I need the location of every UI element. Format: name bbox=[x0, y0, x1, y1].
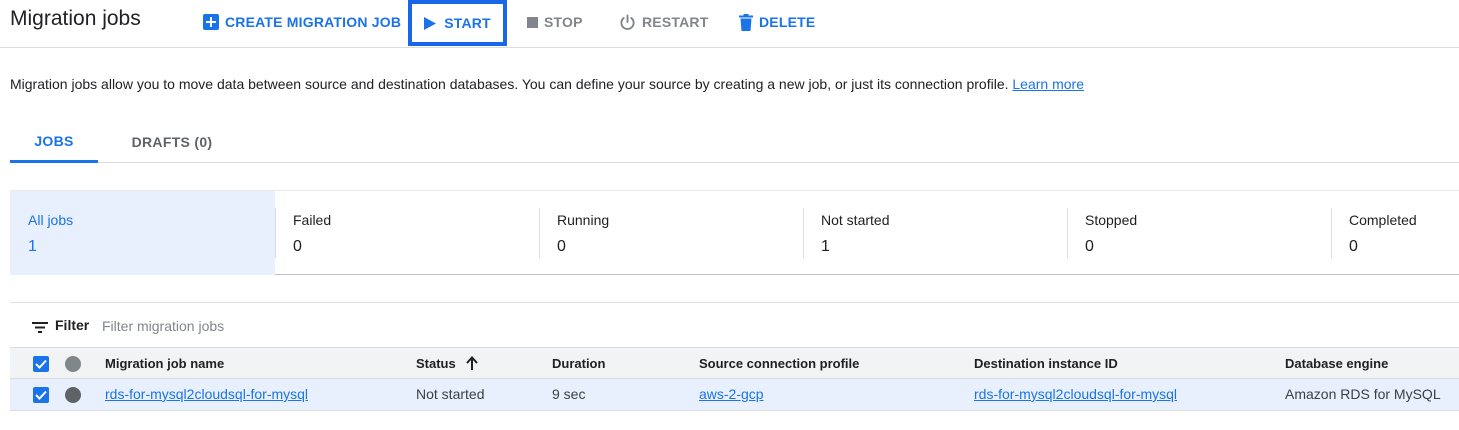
row-checkbox[interactable] bbox=[33, 387, 49, 403]
column-header-duration[interactable]: Duration bbox=[552, 348, 605, 378]
stop-icon bbox=[527, 16, 538, 28]
tab-jobs[interactable]: JOBS bbox=[10, 122, 98, 163]
column-header-engine[interactable]: Database engine bbox=[1285, 348, 1388, 378]
divider bbox=[1331, 208, 1332, 258]
restart-button[interactable]: RESTART bbox=[619, 0, 708, 44]
summary-label: Completed bbox=[1349, 212, 1417, 228]
play-icon bbox=[424, 16, 437, 30]
column-header-source[interactable]: Source connection profile bbox=[699, 348, 859, 378]
column-header-destination[interactable]: Destination instance ID bbox=[974, 348, 1118, 378]
summary-card-running[interactable]: Running 0 bbox=[539, 191, 804, 275]
status-summary: All jobs 1 Failed 0 Running 0 Not starte… bbox=[10, 190, 1459, 275]
delete-button[interactable]: DELETE bbox=[739, 0, 815, 44]
summary-label: Not started bbox=[821, 212, 890, 228]
column-header-status[interactable]: Status bbox=[416, 348, 478, 378]
divider bbox=[803, 208, 804, 258]
status-dot-icon bbox=[65, 356, 81, 372]
filter-label[interactable]: Filter bbox=[55, 317, 89, 333]
create-migration-job-button[interactable]: CREATE MIGRATION JOB bbox=[203, 0, 401, 44]
arrow-up-icon[interactable] bbox=[465, 356, 478, 370]
start-button[interactable]: START bbox=[408, 0, 507, 46]
create-migration-job-label: CREATE MIGRATION JOB bbox=[225, 14, 402, 30]
column-header-status-label: Status bbox=[416, 355, 456, 371]
summary-card-completed[interactable]: Completed 0 bbox=[1331, 191, 1459, 275]
job-duration: 9 sec bbox=[552, 386, 586, 402]
stop-button[interactable]: STOP bbox=[527, 0, 583, 44]
summary-count: 1 bbox=[821, 238, 830, 255]
summary-card-stopped[interactable]: Stopped 0 bbox=[1067, 191, 1332, 275]
tab-bar: JOBS DRAFTS (0) bbox=[10, 122, 1459, 163]
add-box-icon bbox=[203, 14, 219, 30]
start-label: START bbox=[444, 15, 491, 31]
summary-count: 0 bbox=[1085, 238, 1094, 255]
select-all-checkbox[interactable] bbox=[33, 356, 49, 372]
page-description: Migration jobs allow you to move data be… bbox=[10, 76, 1084, 92]
delete-label: DELETE bbox=[759, 14, 816, 30]
description-text: Migration jobs allow you to move data be… bbox=[10, 76, 1009, 92]
summary-count: 1 bbox=[28, 238, 37, 255]
job-status: Not started bbox=[416, 386, 485, 402]
column-header-name[interactable]: Migration job name bbox=[105, 348, 224, 378]
page-title: Migration jobs bbox=[10, 7, 141, 30]
summary-label: Stopped bbox=[1085, 212, 1138, 228]
summary-label: Failed bbox=[293, 212, 332, 228]
summary-card-failed[interactable]: Failed 0 bbox=[275, 191, 540, 275]
destination-instance-link[interactable]: rds-for-mysql2cloudsql-for-mysql bbox=[974, 386, 1177, 402]
divider bbox=[539, 208, 540, 258]
table-header: Migration job name Status Duration Sourc… bbox=[10, 347, 1459, 379]
toolbar: Migration jobs CREATE MIGRATION JOB STAR… bbox=[0, 0, 1459, 48]
status-dot-icon bbox=[65, 387, 81, 403]
learn-more-link[interactable]: Learn more bbox=[1012, 76, 1084, 92]
summary-card-not-started[interactable]: Not started 1 bbox=[803, 191, 1068, 275]
summary-count: 0 bbox=[293, 238, 302, 255]
restart-label: RESTART bbox=[642, 14, 709, 30]
checkmark-icon bbox=[35, 390, 47, 400]
stop-label: STOP bbox=[544, 14, 583, 30]
job-name-link[interactable]: rds-for-mysql2cloudsql-for-mysql bbox=[105, 386, 308, 402]
source-profile-link[interactable]: aws-2-gcp bbox=[699, 386, 764, 402]
filter-icon[interactable] bbox=[32, 320, 48, 338]
power-icon bbox=[619, 13, 636, 31]
summary-label: All jobs bbox=[28, 212, 74, 228]
summary-count: 0 bbox=[1349, 238, 1358, 255]
summary-count: 0 bbox=[557, 238, 566, 255]
migration-jobs-table: Migration job name Status Duration Sourc… bbox=[10, 347, 1459, 411]
summary-card-all-jobs[interactable]: All jobs 1 bbox=[10, 191, 275, 275]
filter-input[interactable] bbox=[102, 313, 602, 339]
checkmark-icon bbox=[35, 359, 47, 369]
trash-icon bbox=[739, 13, 753, 31]
divider bbox=[1067, 208, 1068, 258]
divider bbox=[275, 208, 276, 258]
filter-bar: Filter bbox=[10, 302, 1459, 348]
table-row[interactable]: rds-for-mysql2cloudsql-for-mysql Not sta… bbox=[10, 379, 1459, 411]
database-engine: Amazon RDS for MySQL bbox=[1285, 386, 1441, 402]
summary-label: Running bbox=[557, 212, 610, 228]
tab-drafts[interactable]: DRAFTS (0) bbox=[110, 122, 234, 162]
